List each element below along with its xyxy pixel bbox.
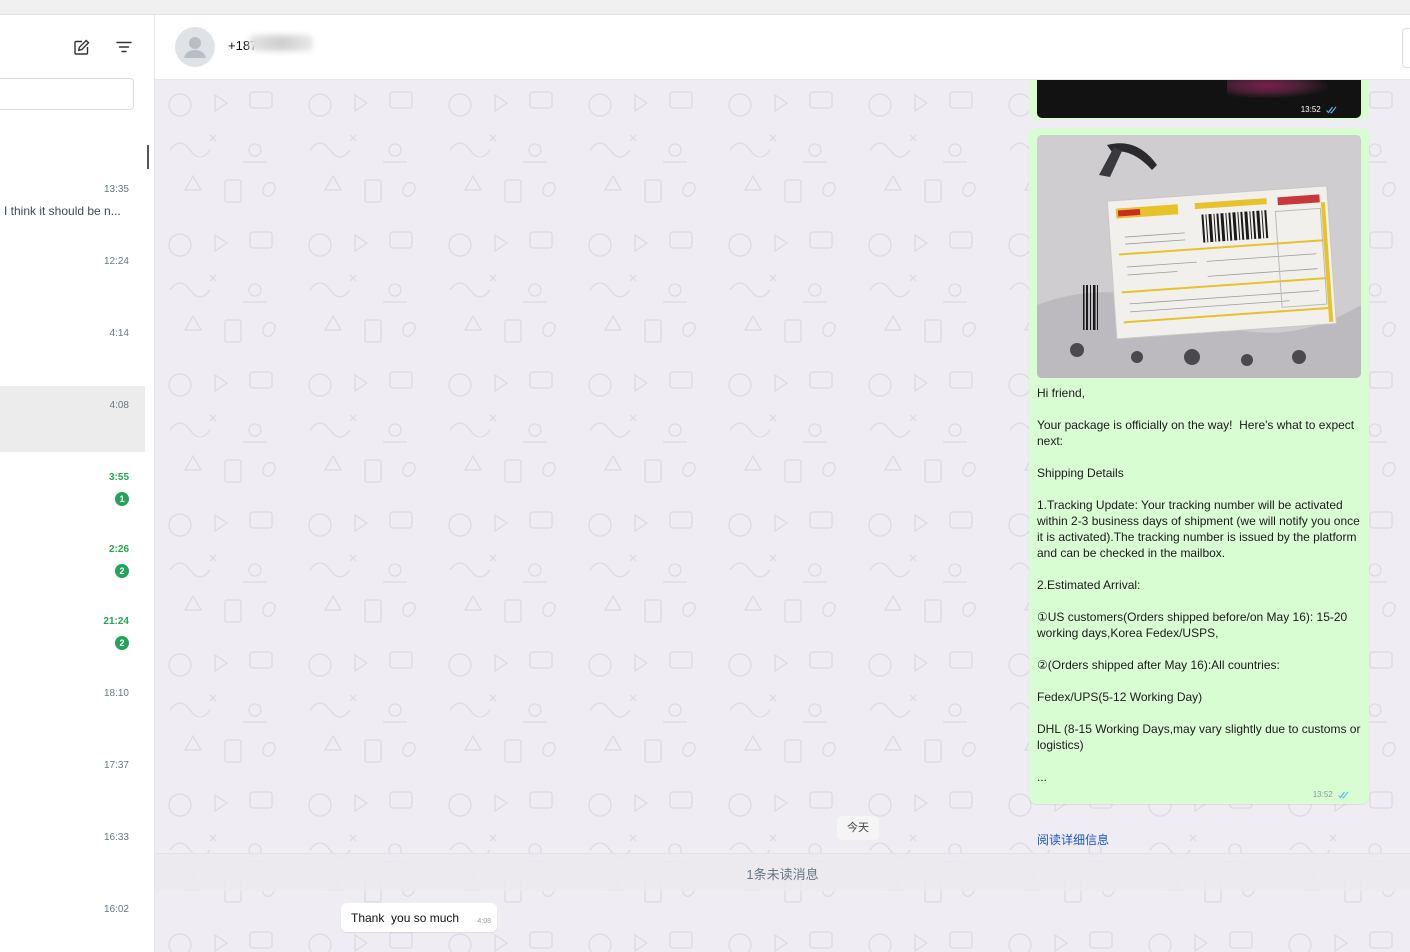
outgoing-image-message[interactable]: 13:52 [1029, 80, 1369, 120]
chat-time: 4:08 [109, 400, 129, 411]
incoming-message[interactable]: Thank you so much 4:08 [341, 903, 497, 932]
search-input[interactable] [0, 78, 134, 110]
chat-time: 21:24 [103, 616, 129, 627]
chat-time: 18:10 [103, 688, 129, 699]
message-text: Hi friend, Your package is officially on… [1037, 386, 1361, 784]
edit-icon[interactable] [69, 35, 93, 59]
chat-list-item[interactable]: 4:14 [0, 314, 145, 380]
chat-list-item[interactable]: 13:35 I think it should be n... [0, 170, 145, 236]
unread-badge: 2 [115, 564, 129, 578]
chat-area: 13:52 Hi friend, Your package is officia… [155, 80, 1410, 952]
header-panel-edge[interactable] [1402, 28, 1410, 68]
unread-divider: 1条未读消息 [155, 853, 1410, 891]
message-text: Thank you so much [351, 911, 460, 925]
message-time: 4:08 [477, 918, 491, 925]
photo-thumbnail[interactable]: 13:52 [1037, 80, 1361, 118]
chat-list-item[interactable]: 16:02 [0, 890, 145, 952]
unread-badge: 2 [115, 636, 129, 650]
person-icon [184, 37, 206, 58]
unread-divider-label: 1条未读消息 [746, 867, 819, 882]
chat-list-sidebar: 13:35 I think it should be n... 12:24 4:14 4… [0, 15, 155, 952]
double-check-icon [1326, 106, 1337, 114]
redacted-phone [249, 35, 313, 51]
unread-badge: 1 [115, 492, 129, 506]
outgoing-message[interactable]: Hi friend, Your package is officially on… [1029, 128, 1369, 847]
chat-time: 13:35 [103, 184, 129, 195]
chat-time: 16:02 [103, 904, 129, 915]
photo-highlight [1227, 80, 1327, 98]
chat-header: +187 [155, 15, 1410, 80]
package-photo[interactable] [1037, 135, 1361, 378]
chat-list-item[interactable]: 18:10 [0, 674, 145, 740]
chat-time: 16:33 [103, 832, 129, 843]
chat-list-item[interactable]: 3:55 1 [0, 458, 145, 524]
chat-time: 17:37 [103, 760, 129, 771]
chat-list-item[interactable]: 21:24 2 [0, 602, 145, 668]
message-time: 13:52 [1313, 790, 1349, 799]
chat-time: 4:14 [109, 328, 129, 339]
window-top-bar [0, 0, 1410, 15]
filter-icon[interactable] [112, 35, 136, 59]
chat-time: 3:55 [108, 472, 129, 483]
date-divider: 今天 [837, 816, 879, 840]
chat-list-item[interactable]: 2:26 2 [0, 530, 145, 596]
chat-list-item[interactable]: 12:24 [0, 242, 145, 308]
read-more-link[interactable]: 阅读详细信息 [1037, 831, 1109, 848]
double-check-icon [1338, 791, 1349, 799]
message-time: 13:52 [1301, 105, 1337, 114]
chat-list-item[interactable]: 16:33 [0, 818, 145, 884]
chat-time: 2:26 [108, 544, 129, 555]
avatar[interactable] [175, 27, 215, 67]
scrollbar-thumb[interactable] [147, 145, 149, 169]
chat-list-item[interactable]: 4:08 [0, 386, 145, 452]
chat-time: 12:24 [103, 256, 129, 267]
chat-list-item[interactable]: 17:37 [0, 746, 145, 812]
chat-preview: I think it should be n... [4, 204, 121, 218]
